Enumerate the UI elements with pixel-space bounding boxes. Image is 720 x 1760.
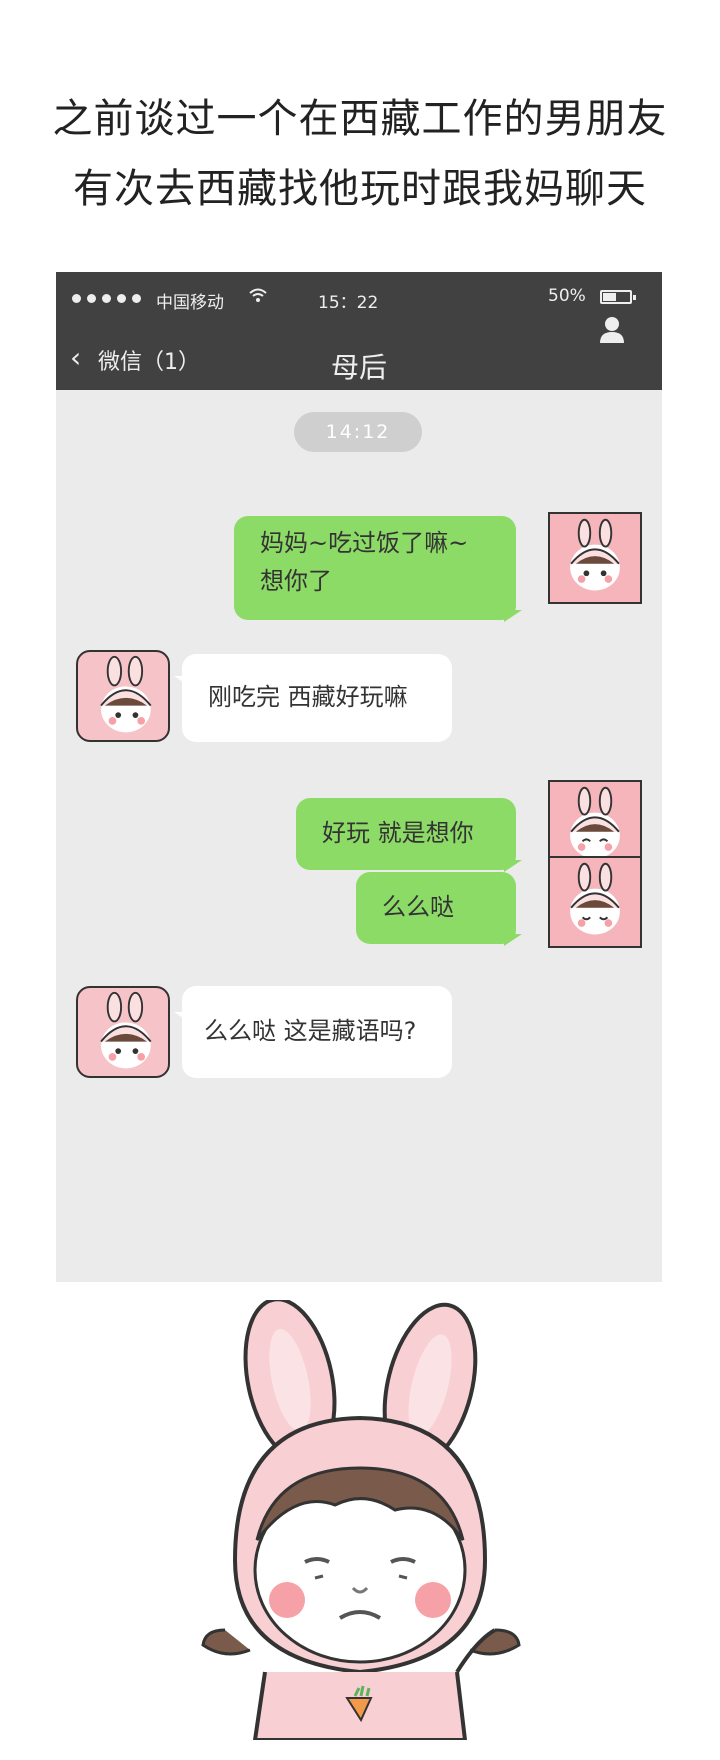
status-bar: 中国移动 15：22 50%: [56, 286, 662, 316]
message-bubble-me[interactable]: 么么哒: [356, 872, 516, 944]
signal-strength-icon: [72, 294, 141, 303]
wifi-icon: [248, 286, 268, 309]
battery-percent: 50%: [548, 286, 586, 306]
my-avatar[interactable]: [548, 512, 642, 604]
caption-line-2: 有次去西藏找他玩时跟我妈聊天: [73, 166, 647, 212]
mom-avatar[interactable]: [76, 650, 170, 742]
message-bubble-me[interactable]: 好玩 就是想你: [296, 798, 516, 870]
bubble-tail: [504, 934, 522, 946]
top-bar: 中国移动 15：22 50% ‹ 微信（1） 母后: [56, 272, 662, 390]
message-line: 么么哒: [382, 893, 454, 921]
bubble-tail: [504, 860, 522, 872]
message-line: 妈妈~吃过饭了嘛~: [260, 529, 469, 557]
message-line: 好玩 就是想你: [322, 819, 474, 847]
caption-line-1: 之前谈过一个在西藏工作的男朋友: [52, 96, 668, 142]
timestamp-pill: 14:12: [294, 412, 422, 452]
message-bubble-mom[interactable]: 刚吃完 西藏好玩嘛: [182, 654, 452, 742]
status-time: 15：22: [318, 293, 379, 313]
battery-tip: [633, 295, 636, 300]
my-avatar[interactable]: [548, 856, 642, 948]
message-line: 想你了: [260, 567, 332, 595]
mom-avatar[interactable]: [76, 986, 170, 1078]
battery-icon: [600, 290, 632, 304]
message-line: 刚吃完 西藏好玩嘛: [208, 683, 408, 711]
user-profile-icon[interactable]: [599, 316, 625, 344]
bubble-tail: [504, 610, 522, 622]
chat-screenshot: 中国移动 15：22 50% ‹ 微信（1） 母后 14:12 妈妈~吃过饭了嘛…: [56, 272, 662, 1282]
message-bubble-mom[interactable]: 么么哒 这是藏语吗?: [182, 986, 452, 1078]
chat-title: 母后: [330, 351, 387, 384]
message-line: 么么哒 这是藏语吗?: [204, 1017, 417, 1045]
message-bubble-me[interactable]: 妈妈~吃过饭了嘛~ 想你了: [234, 516, 516, 620]
carrier-name: 中国移动: [156, 293, 224, 313]
bunny-hood-sticker: [195, 1297, 525, 1742]
